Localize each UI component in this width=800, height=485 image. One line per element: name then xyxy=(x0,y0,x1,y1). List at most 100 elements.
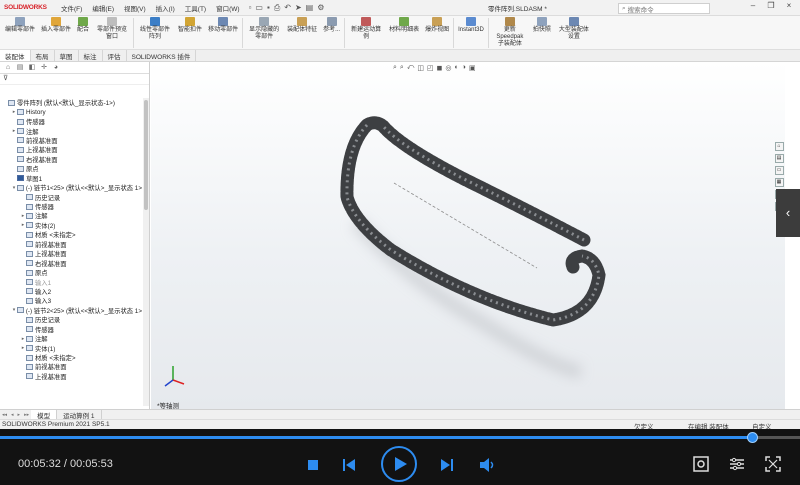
print-icon[interactable]: ⎙ xyxy=(274,3,280,13)
first-tab-icon[interactable]: ◂◂ xyxy=(0,412,9,418)
ribbon-button[interactable]: 装配体特征 xyxy=(284,16,320,35)
tab-4[interactable]: 评估 xyxy=(103,50,127,61)
save-icon[interactable]: ▪ xyxy=(267,3,270,12)
tab-5[interactable]: SOLIDWORKS 插件 xyxy=(127,50,197,61)
tree-item[interactable]: 传感器 xyxy=(0,202,142,211)
dimxpert-tab-icon[interactable]: ✛ xyxy=(39,63,49,72)
last-tab-icon[interactable]: ▸▸ xyxy=(22,412,31,418)
tree-item[interactable]: 输入3 xyxy=(0,296,142,305)
progress-knob[interactable] xyxy=(747,432,758,443)
ribbon-button[interactable]: 智能扣件 xyxy=(175,16,205,35)
feature-manager-tab-icon[interactable]: ⌂ xyxy=(3,63,13,72)
tree-item[interactable]: 历史记录 xyxy=(0,315,142,324)
tab-3[interactable]: 标注 xyxy=(79,50,103,61)
close-icon[interactable]: × xyxy=(780,1,798,10)
ribbon-button[interactable]: 新建运动算例 xyxy=(346,16,386,42)
restore-icon[interactable]: ❐ xyxy=(762,1,780,10)
ribbon-button[interactable]: 移动零部件 xyxy=(205,16,241,35)
design-library-icon[interactable]: ▤ xyxy=(774,154,784,163)
tree-item[interactable]: 上视基准面 xyxy=(0,249,142,258)
tree-item[interactable]: ▸ 注解 xyxy=(0,211,142,220)
search-command-field[interactable]: ⌕ 搜索命令 xyxy=(618,3,710,14)
tree-item[interactable]: 上视基准面 xyxy=(0,372,142,381)
menu-item[interactable]: 窗口(W) xyxy=(211,3,244,13)
tree-item[interactable]: 草图1 xyxy=(0,174,142,183)
solidworks-resources-icon[interactable]: ⌂ xyxy=(774,142,784,151)
filter-icon[interactable]: ⊽ xyxy=(0,74,149,85)
previous-icon[interactable] xyxy=(341,457,357,473)
tree-item[interactable]: 历史记录 xyxy=(0,192,142,202)
tree-item[interactable]: ▾ (-) 链节1<25> (默认<<默认>_显示状态 1> xyxy=(0,183,142,192)
configuration-manager-tab-icon[interactable]: ◧ xyxy=(27,63,37,72)
tree-item[interactable]: 前视基准面 xyxy=(0,362,142,371)
ribbon-button[interactable]: 线性零部件阵列 xyxy=(135,16,175,42)
graphics-area[interactable]: ⌕ ⌕ ⤺ ◫ ◰ ◼ ◎ ◐ ◑ ▣ ⌂ ▤ ▭ ▦ ◐ ▣ *等轴测 xyxy=(151,62,785,410)
tree-item[interactable]: ▸ 实体(2) xyxy=(0,221,142,230)
view-palette-icon[interactable]: ▦ xyxy=(774,178,784,187)
menu-item[interactable]: 工具(T) xyxy=(180,3,211,13)
chevron-left-icon[interactable]: ‹ xyxy=(776,189,800,237)
open-icon[interactable]: ▭ xyxy=(255,3,263,12)
stop-icon[interactable] xyxy=(306,458,320,472)
tree-scroll-thumb[interactable] xyxy=(144,100,148,210)
tree-item[interactable]: ▾ (-) 链节2<25> (默认<<默认>_显示状态 1> xyxy=(0,306,142,315)
volume-icon[interactable] xyxy=(478,457,496,473)
ribbon-button[interactable]: 更新 Speedpak 子装配体 xyxy=(490,16,530,49)
minimize-icon[interactable]: – xyxy=(744,1,762,10)
rebuild-icon[interactable]: ▤ xyxy=(306,3,314,12)
tree-item[interactable]: 输入1 xyxy=(0,277,142,287)
tree-item[interactable]: 传感器 xyxy=(0,117,142,126)
tab-0[interactable]: 装配体 xyxy=(0,50,31,61)
tree-item[interactable]: 材质 <未指定> xyxy=(0,353,142,362)
tree-item[interactable]: ▸ 注解 xyxy=(0,334,142,343)
ribbon-button[interactable]: 插入零部件 xyxy=(38,16,74,35)
tab-motion-study[interactable]: 运动算例 1 xyxy=(57,409,102,420)
menu-item[interactable]: 插入(I) xyxy=(151,3,180,13)
file-explorer-icon[interactable]: ▭ xyxy=(774,166,784,175)
next-icon[interactable] xyxy=(439,457,455,473)
ribbon-button[interactable]: 零部件预览窗口 xyxy=(92,16,132,42)
ribbon-button[interactable]: 拍快照 xyxy=(530,16,554,35)
ribbon-button[interactable]: 爆炸视图 xyxy=(422,16,452,35)
tree-item[interactable]: 右视基准面 xyxy=(0,258,142,268)
tree-item[interactable]: 上视基准面 xyxy=(0,145,142,154)
ribbon-button[interactable]: 显示隐藏的零部件 xyxy=(244,16,284,42)
tree-item[interactable]: 原点 xyxy=(0,164,142,173)
menu-item[interactable]: 文件(F) xyxy=(56,3,87,13)
tree-item[interactable]: ▸ 注解 xyxy=(0,126,142,136)
tree-item[interactable]: 原点 xyxy=(0,268,142,277)
ribbon-button[interactable]: 参考... xyxy=(320,16,343,35)
tree-item[interactable]: 右视基准面 xyxy=(0,155,142,164)
undo-icon[interactable]: ↶ xyxy=(284,3,291,12)
tree-scrollbar[interactable] xyxy=(143,98,149,406)
tab-model[interactable]: 模型 xyxy=(31,409,58,420)
tree-root[interactable]: 零件阵列 (默认<默认_显示状态-1>) xyxy=(0,98,142,107)
menu-item[interactable]: 编辑(E) xyxy=(87,3,119,13)
menu-item[interactable]: 视图(V) xyxy=(119,3,151,13)
tree-item-label: 前视基准面 xyxy=(35,241,67,249)
ribbon-button[interactable]: 编辑零部件 xyxy=(2,16,38,35)
options-icon[interactable]: ⚙ xyxy=(317,3,324,12)
tree-item[interactable]: 前视基准面 xyxy=(0,240,142,249)
tree-item[interactable]: 传感器 xyxy=(0,325,142,334)
ribbon-button[interactable]: Instant3D xyxy=(455,16,487,35)
screenshot-icon[interactable] xyxy=(693,456,709,472)
tree-item[interactable]: 前视基准面 xyxy=(0,136,142,145)
new-doc-icon[interactable]: ▫ xyxy=(249,3,252,12)
play-button[interactable] xyxy=(381,446,417,482)
tab-1[interactable]: 布局 xyxy=(31,50,55,61)
chain-model[interactable] xyxy=(151,62,785,409)
tree-item[interactable]: ▸ History xyxy=(0,107,142,116)
ribbon-button[interactable]: 材料明细表 xyxy=(386,16,422,35)
tree-item[interactable]: 输入2 xyxy=(0,287,142,296)
tree-item[interactable]: 材质 <未指定> xyxy=(0,230,142,239)
ribbon-button[interactable]: 大型装配体设置 xyxy=(554,16,594,42)
ribbon-button[interactable]: 配合 xyxy=(74,16,92,35)
settings-sliders-icon[interactable] xyxy=(729,456,745,472)
select-icon[interactable]: ➤ xyxy=(295,3,302,12)
fullscreen-icon[interactable] xyxy=(765,456,781,472)
tab-2[interactable]: 草图 xyxy=(55,50,79,61)
tree-item[interactable]: ▸ 实体(1) xyxy=(0,343,142,353)
property-manager-tab-icon[interactable]: ▤ xyxy=(15,63,25,72)
display-manager-tab-icon[interactable]: ◕ xyxy=(51,63,61,72)
